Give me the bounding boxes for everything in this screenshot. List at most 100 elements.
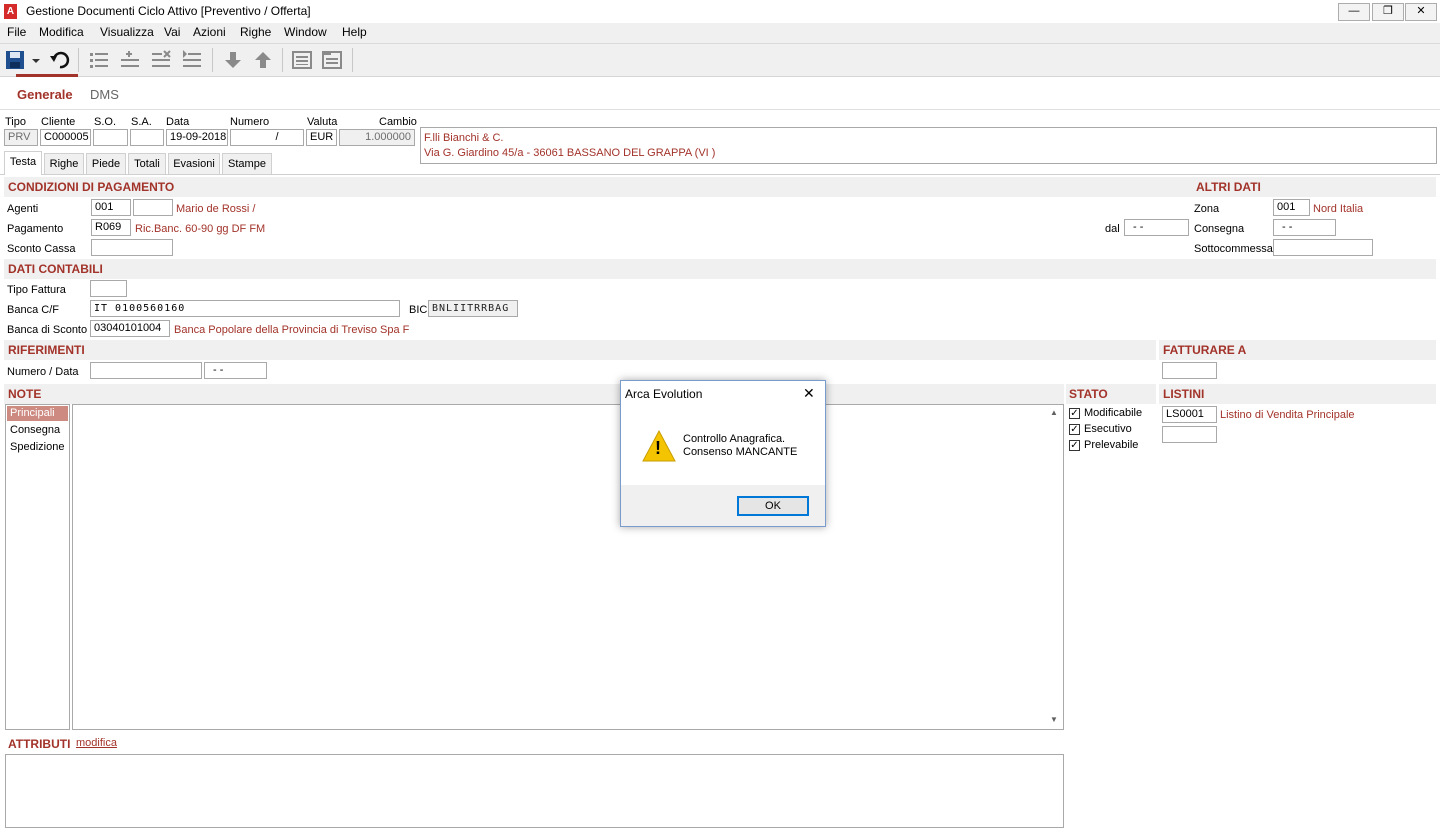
toolbar-separator <box>282 48 283 72</box>
riferimenti-title: RIFERIMENTI <box>8 343 85 357</box>
arrow-up-icon[interactable] <box>253 50 273 70</box>
numero-data-label: Numero / Data <box>7 366 79 378</box>
banca-sconto-desc: Banca Popolare della Provincia di Trevis… <box>174 324 410 336</box>
document-list-icon[interactable] <box>322 50 342 70</box>
subtab-evasioni[interactable]: Evasioni <box>168 153 220 174</box>
riferimento-data-field[interactable]: - - <box>204 362 267 379</box>
banca-cf-field[interactable]: IT 0100560160 <box>90 300 400 317</box>
menu-window[interactable]: Window <box>284 25 327 39</box>
cambio-field: 1.000000 <box>339 129 415 146</box>
data-field[interactable]: 19-09-2018 <box>166 129 228 146</box>
menu-modifica[interactable]: Modifica <box>39 25 84 39</box>
list-icon[interactable] <box>89 50 109 70</box>
sconto-field[interactable] <box>91 239 173 256</box>
tipo-fattura-label: Tipo Fattura <box>7 284 66 296</box>
note-scrollbar[interactable]: ▲ ▼ <box>1046 405 1063 729</box>
dialog-message-line2: Consenso MANCANTE <box>683 446 798 458</box>
agenti-code-field[interactable]: 001 <box>91 199 131 216</box>
add-row-icon[interactable] <box>120 50 140 70</box>
fatturare-field[interactable] <box>1162 362 1217 379</box>
note-item-spedizione[interactable]: Spedizione <box>10 441 64 453</box>
note-textarea[interactable]: ▲ ▼ <box>72 404 1064 730</box>
dialog-close-button[interactable]: ✕ <box>803 385 815 402</box>
minimize-button[interactable]: — <box>1338 3 1370 21</box>
tab-dms[interactable]: DMS <box>90 87 119 102</box>
numero-field[interactable]: / <box>230 129 304 146</box>
toolbar-separator <box>212 48 213 72</box>
so-field[interactable] <box>93 129 128 146</box>
insert-row-icon[interactable] <box>182 50 202 70</box>
cliente-field[interactable]: C000005 <box>40 129 91 146</box>
pagamento-code-field[interactable]: R069 <box>91 219 131 236</box>
tipo-fattura-field[interactable] <box>90 280 127 297</box>
altri-title: ALTRI DATI <box>1196 180 1261 194</box>
message-dialog: Arca Evolution ✕ ! Controllo Anagrafica.… <box>620 380 826 527</box>
scroll-up-icon[interactable]: ▲ <box>1050 408 1058 417</box>
menu-azioni[interactable]: Azioni <box>193 25 226 39</box>
label-data: Data <box>166 116 190 128</box>
undo-icon[interactable] <box>50 50 72 70</box>
delete-row-icon[interactable] <box>151 50 171 70</box>
banca-sconto-code-field[interactable]: 03040101004 <box>90 320 170 337</box>
menu-visualizza[interactable]: Visualizza <box>100 25 154 39</box>
label-tipo: Tipo <box>5 116 26 128</box>
note-item-principali[interactable]: Principali <box>7 406 68 421</box>
riferimento-numero-field[interactable] <box>90 362 202 379</box>
prelevabile-checkbox[interactable]: ✓ <box>1069 440 1080 451</box>
dal-field[interactable]: - - <box>1124 219 1189 236</box>
subtab-divider <box>0 174 1440 175</box>
listino-desc: Listino di Vendita Principale <box>1220 409 1355 421</box>
menu-help[interactable]: Help <box>342 25 367 39</box>
valuta-field[interactable]: EUR <box>306 129 337 146</box>
attributi-modifica-link[interactable]: modifica <box>76 737 117 749</box>
ok-button[interactable]: OK <box>737 496 809 516</box>
modificabile-checkbox[interactable]: ✓ <box>1069 408 1080 419</box>
warning-icon: ! <box>642 429 676 463</box>
section-bar <box>4 340 1156 360</box>
zona-label: Zona <box>1194 203 1220 215</box>
dropdown-arrow-icon[interactable] <box>32 56 40 64</box>
contabili-title: DATI CONTABILI <box>8 262 103 276</box>
address-name: F.lli Bianchi & C. <box>424 132 504 144</box>
document-icon[interactable] <box>292 50 312 70</box>
sottocommessa-field[interactable] <box>1273 239 1373 256</box>
title-bar: A Gestione Documenti Ciclo Attivo [Preve… <box>0 0 1440 24</box>
save-icon[interactable] <box>5 50 25 70</box>
modificabile-label: Modificabile <box>1084 407 1143 419</box>
tipo-field[interactable]: PRV <box>4 129 38 146</box>
subtab-stampe[interactable]: Stampe <box>222 153 272 174</box>
subtab-testa[interactable]: Testa <box>4 151 42 175</box>
active-tab-indicator <box>16 74 78 77</box>
stato-title: STATO <box>1069 387 1108 401</box>
note-item-consegna[interactable]: Consegna <box>10 424 60 436</box>
sottocommessa-label: Sottocommessa <box>1194 243 1273 255</box>
close-window-button[interactable]: ✕ <box>1405 3 1437 21</box>
agenti-code2-field[interactable] <box>133 199 173 216</box>
zona-code-field[interactable]: 001 <box>1273 199 1310 216</box>
restore-button[interactable]: ❐ <box>1372 3 1404 21</box>
label-valuta: Valuta <box>307 116 338 128</box>
listino-code-field[interactable]: LS0001 <box>1162 406 1217 423</box>
subtab-righe[interactable]: Righe <box>44 153 84 174</box>
attributi-box[interactable] <box>5 754 1064 828</box>
address-street: Via G. Giardino 45/a - 36061 BASSANO DEL… <box>424 147 716 159</box>
menu-file[interactable]: File <box>7 25 26 39</box>
pagamento-desc: Ric.Banc. 60-90 gg DF FM <box>135 223 266 235</box>
tab-generale[interactable]: Generale <box>17 87 73 102</box>
subtab-totali[interactable]: Totali <box>128 153 166 174</box>
prelevabile-label: Prelevabile <box>1084 439 1139 451</box>
subtab-piede[interactable]: Piede <box>86 153 126 174</box>
consegna-label: Consegna <box>1194 223 1245 235</box>
label-cliente: Cliente <box>41 116 76 128</box>
zona-desc: Nord Italia <box>1313 203 1364 215</box>
label-so: S.O. <box>94 116 117 128</box>
agenti-label: Agenti <box>7 203 39 215</box>
menu-righe[interactable]: Righe <box>240 25 271 39</box>
arrow-down-icon[interactable] <box>223 50 243 70</box>
esecutivo-checkbox[interactable]: ✓ <box>1069 424 1080 435</box>
menu-vai[interactable]: Vai <box>164 25 180 39</box>
sa-field[interactable] <box>130 129 164 146</box>
listino-code2-field[interactable] <box>1162 426 1217 443</box>
consegna-field[interactable]: - - <box>1273 219 1336 236</box>
scroll-down-icon[interactable]: ▼ <box>1050 715 1058 724</box>
